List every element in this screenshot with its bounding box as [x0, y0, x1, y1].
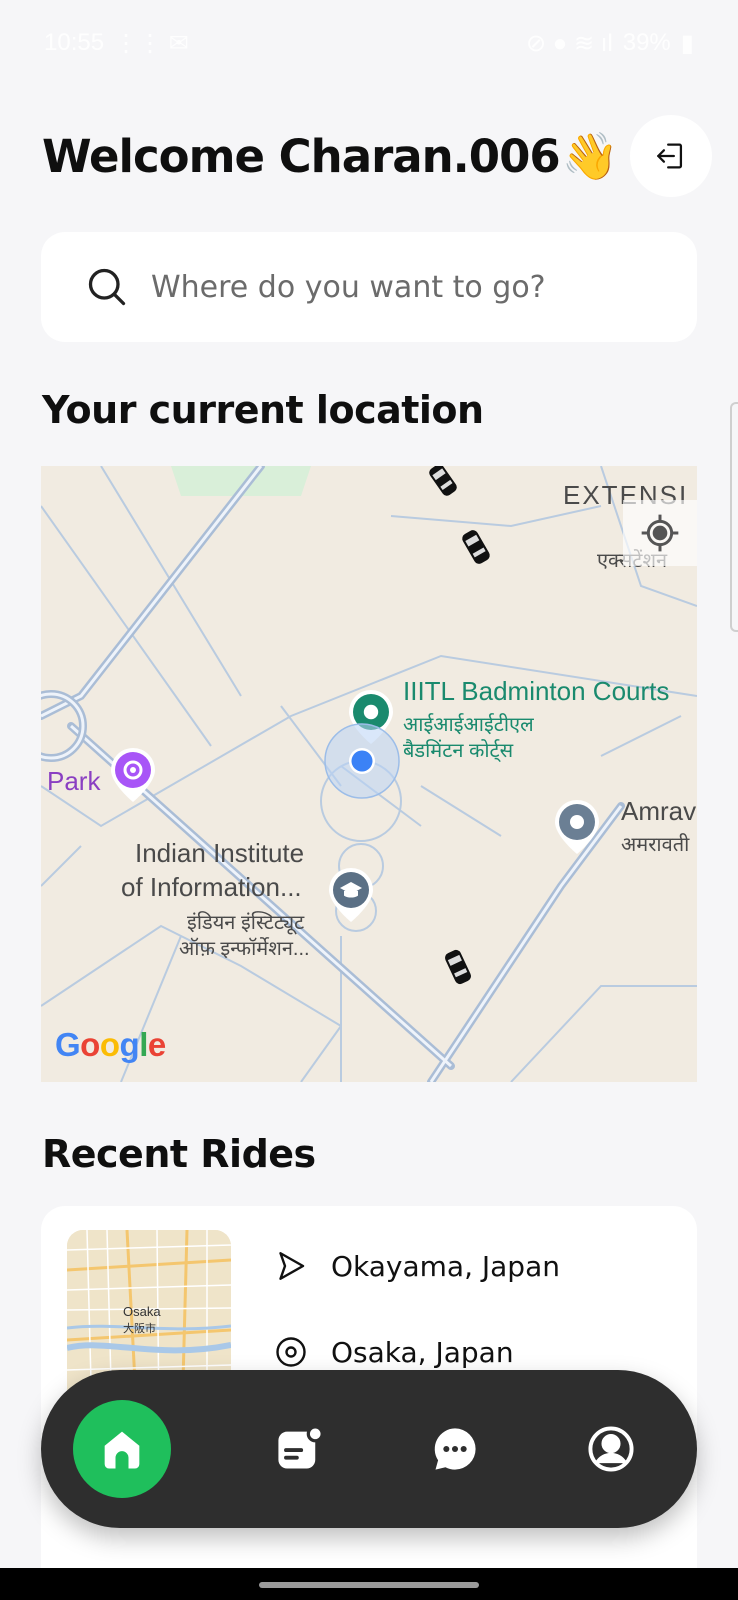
map-label-amrav-hi: अमरावती	[621, 834, 690, 856]
status-bar: 10:55 ⋮⋮ ✉ ⊘ ● ≋ ıl 39% ▮	[0, 0, 738, 86]
map-label-park: Park	[47, 766, 101, 796]
search-input[interactable]	[151, 269, 697, 305]
status-right: ⊘ ● ≋ ıl 39% ▮	[526, 29, 694, 58]
nav-profile-button[interactable]	[583, 1421, 639, 1477]
current-location-title: Your current location	[42, 388, 484, 432]
thumb-label-osaka-jp: 大阪市	[123, 1323, 156, 1335]
ride-origin: Okayama, Japan	[273, 1248, 560, 1284]
nav-home-button[interactable]	[73, 1400, 171, 1498]
status-time: 10:55	[44, 29, 105, 56]
crosshair-icon	[641, 514, 679, 552]
signal-icons: ⊘ ● ≋ ıl	[526, 29, 613, 57]
header: Welcome Charan.006 👋	[42, 115, 712, 197]
scroll-indicator	[730, 402, 738, 632]
notification-icons: ⋮⋮ ✉	[114, 29, 189, 57]
map-label-institute-2: of Information...	[121, 872, 302, 902]
search-bar[interactable]	[41, 232, 697, 342]
school-pin-icon	[329, 868, 373, 922]
map-label-institute-hi-1: इंडियन इंस्टिट्यूट	[187, 912, 305, 934]
park-pin-icon	[111, 748, 155, 802]
chat-icon	[434, 1428, 476, 1470]
welcome-heading: Welcome Charan.006 👋	[42, 128, 619, 184]
car-icon	[462, 530, 490, 564]
location-pin-icon	[276, 1337, 306, 1367]
thumb-label-osaka: Osaka	[123, 1304, 161, 1319]
rides-icon	[278, 1425, 324, 1469]
map-label-amrav: Amrav	[621, 796, 697, 826]
battery-icon: ▮	[680, 29, 694, 57]
my-location-button[interactable]	[623, 500, 697, 566]
search-icon	[88, 268, 126, 306]
ride-destination-text: Osaka, Japan	[331, 1335, 514, 1369]
logout-icon	[657, 143, 683, 169]
wave-emoji: 👋	[561, 128, 619, 183]
map-label-institute-1: Indian Institute	[135, 838, 305, 868]
nav-chat-button[interactable]	[427, 1421, 483, 1477]
ride-origin-text: Okayama, Japan	[331, 1249, 560, 1283]
battery-level: 39%	[622, 29, 671, 56]
map-label-courts-hi-1: आईआईआईटीएल	[403, 714, 534, 736]
google-logo: Google	[55, 1026, 166, 1063]
recent-rides-title: Recent Rides	[42, 1132, 316, 1176]
home-icon	[104, 1431, 140, 1469]
place-pin-icon	[555, 800, 599, 854]
system-navigation-bar	[0, 1568, 738, 1600]
map-label-courts: IIITL Badminton Courts	[403, 676, 670, 706]
status-left: 10:55 ⋮⋮ ✉	[44, 29, 189, 58]
home-indicator[interactable]	[259, 1582, 479, 1588]
bottom-navigation	[41, 1370, 697, 1528]
map-label-institute-hi-2: ऑफ़ इन्फॉर्मेशन...	[179, 938, 310, 960]
map-view[interactable]: EXTENSI एक्सटेंशन IIITL Badminton Courts…	[41, 466, 697, 1082]
ride-destination: Osaka, Japan	[273, 1334, 514, 1370]
user-location-dot	[324, 723, 400, 799]
car-icon	[429, 466, 457, 496]
navigation-arrow-icon	[279, 1252, 305, 1280]
car-icon	[445, 949, 471, 985]
logout-button[interactable]	[630, 115, 712, 197]
map-label-courts-hi-2: बैडमिंटन कोर्ट्स	[403, 740, 514, 762]
profile-icon	[588, 1426, 634, 1472]
nav-rides-button[interactable]	[271, 1421, 327, 1477]
welcome-text: Welcome Charan.006	[42, 129, 561, 183]
